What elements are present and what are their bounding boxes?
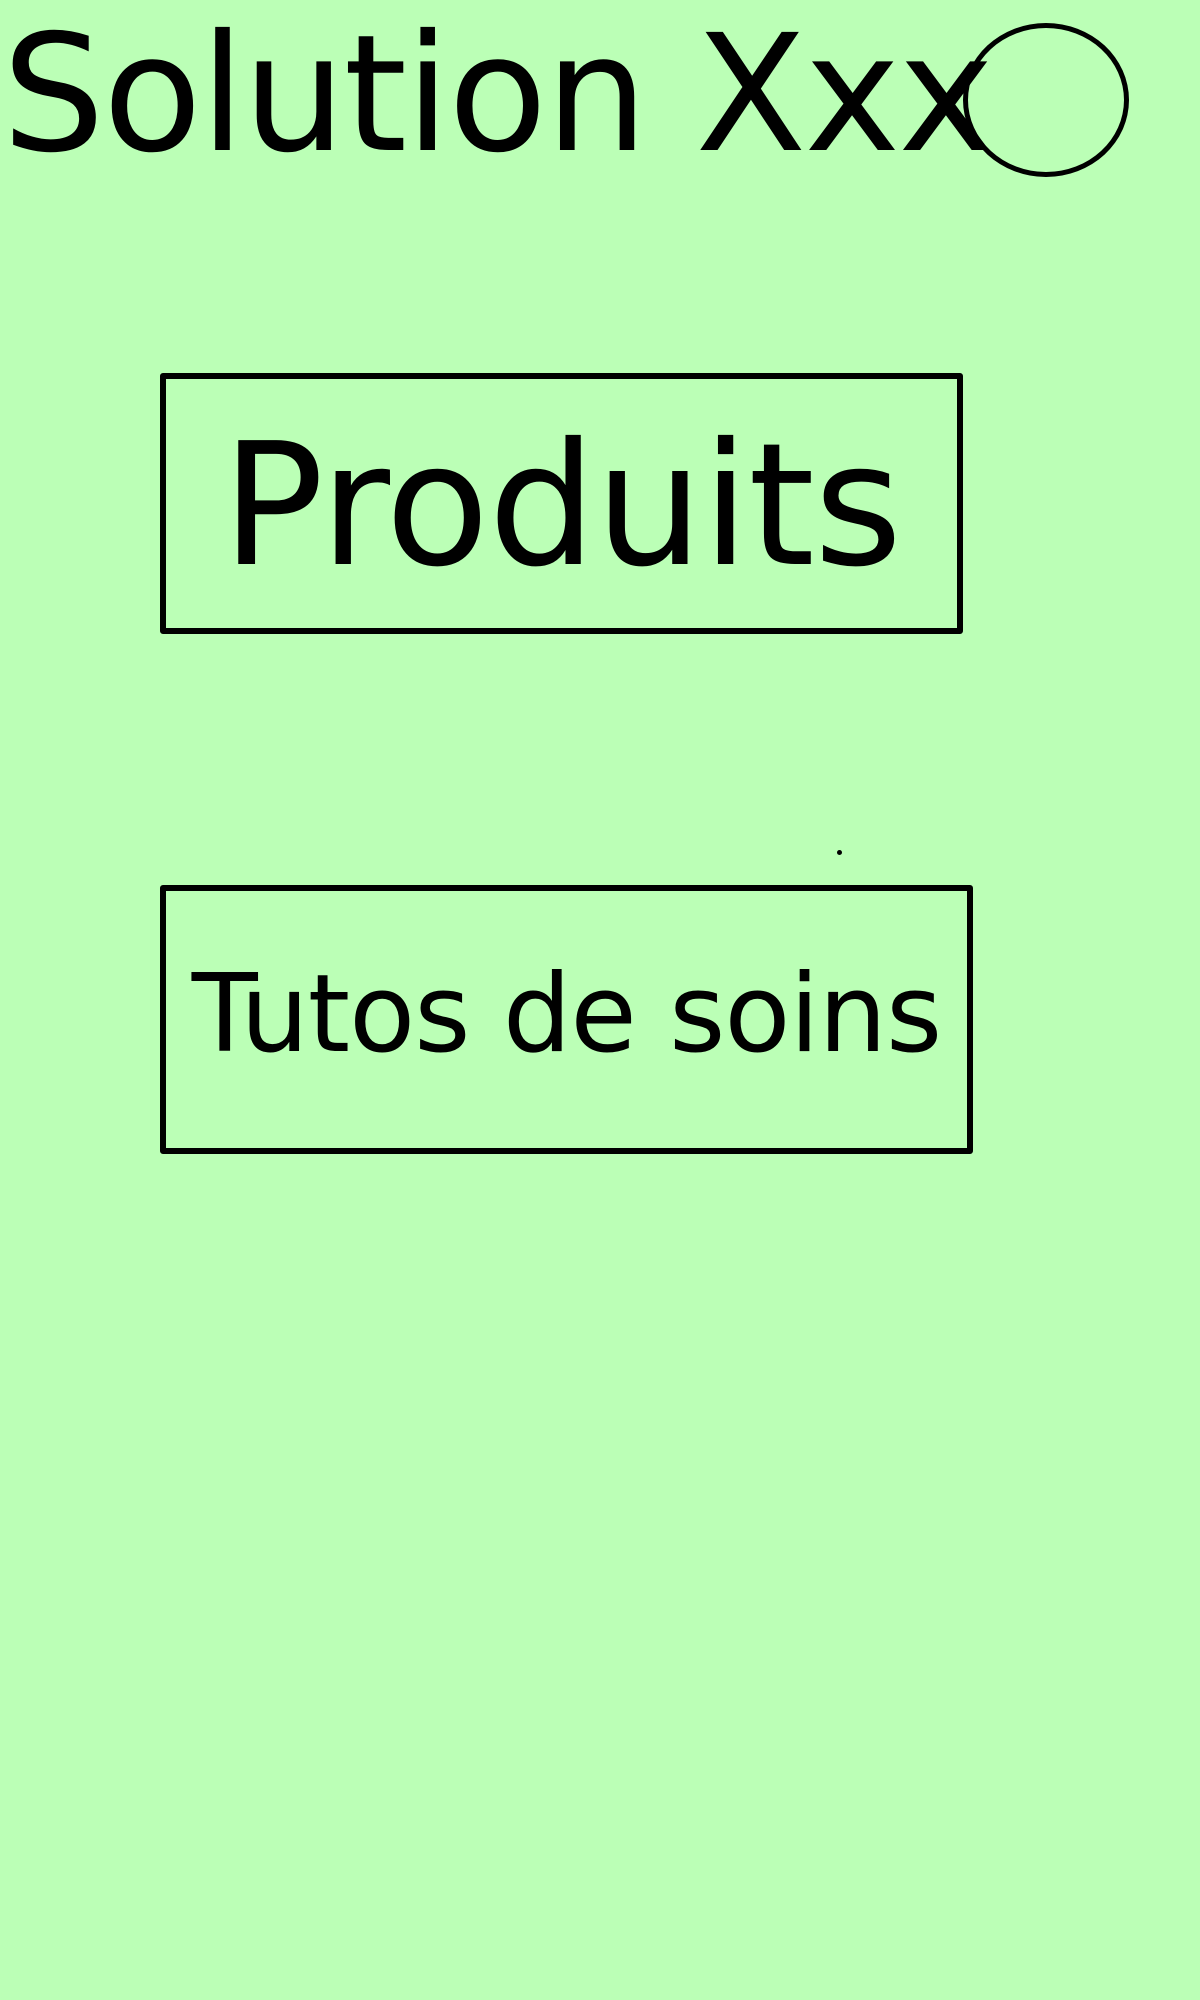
app-title: Solution Xxx bbox=[2, 1, 994, 189]
tutos-de-soins-button-label: Tutos de soins bbox=[191, 951, 942, 1077]
tutos-de-soins-button[interactable]: Tutos de soins bbox=[160, 885, 973, 1154]
produits-button[interactable]: Produits bbox=[160, 373, 963, 634]
profile-circle-icon[interactable] bbox=[963, 23, 1129, 177]
produits-button-label: Produits bbox=[221, 406, 903, 605]
dot-mark bbox=[837, 850, 842, 855]
